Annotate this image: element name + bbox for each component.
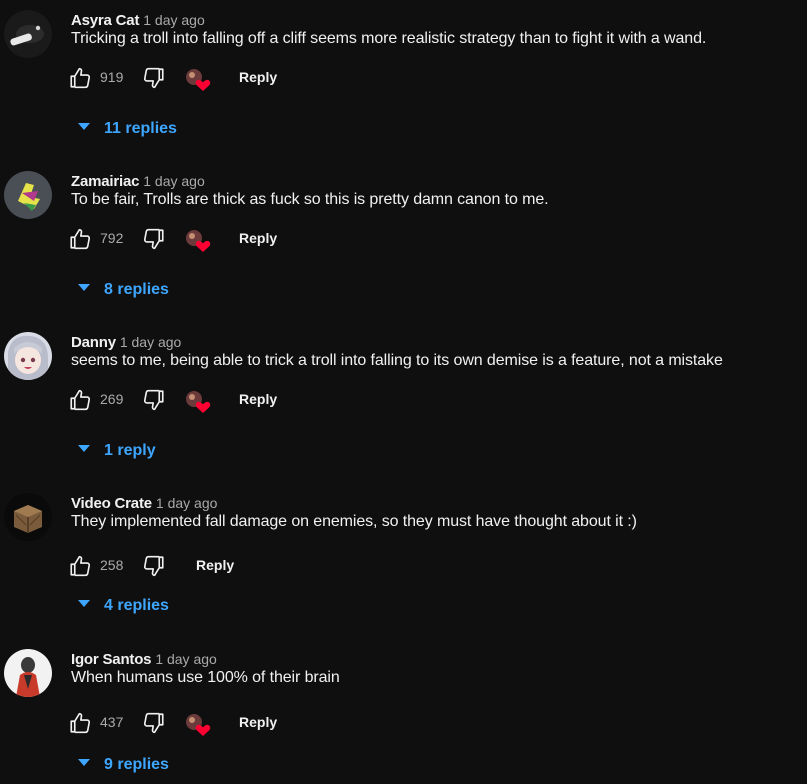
dislike-button[interactable]	[140, 225, 168, 253]
comment-actions: 258 Reply	[66, 552, 326, 588]
like-count: 269	[100, 391, 124, 407]
dislike-button[interactable]	[140, 552, 168, 580]
dislike-button[interactable]	[140, 709, 168, 737]
dislike-button[interactable]	[140, 386, 168, 414]
comment-time[interactable]: 1 day ago	[143, 12, 205, 28]
view-replies-button[interactable]: 11 replies	[78, 120, 177, 144]
thumbs-down-icon	[143, 712, 164, 734]
like-button[interactable]	[66, 225, 94, 253]
comment-time[interactable]: 1 day ago	[155, 651, 217, 667]
reply-button[interactable]: Reply	[239, 391, 277, 407]
caret-down-icon	[78, 759, 90, 767]
replies-label: 11 replies	[104, 120, 177, 137]
replies-label: 9 replies	[104, 756, 169, 773]
thumbs-down-icon	[143, 555, 164, 577]
like-button[interactable]	[66, 709, 94, 737]
thumbs-down-icon	[143, 67, 164, 89]
thumbs-up-icon	[70, 67, 91, 89]
comment-text: When humans use 100% of their brain	[71, 669, 340, 686]
comment-actions: 269 Reply	[66, 386, 326, 422]
avatar[interactable]	[4, 493, 52, 541]
like-count: 919	[100, 69, 124, 85]
avatar[interactable]	[4, 171, 52, 219]
thumbs-down-icon	[143, 228, 164, 250]
replies-label: 1 reply	[104, 442, 156, 459]
like-button[interactable]	[66, 64, 94, 92]
replies-label: 8 replies	[104, 281, 169, 298]
view-replies-button[interactable]: 8 replies	[78, 281, 169, 305]
replies-label: 4 replies	[104, 597, 169, 614]
creator-heart-icon[interactable]	[183, 66, 213, 94]
like-count: 792	[100, 230, 124, 246]
view-replies-button[interactable]: 9 replies	[78, 756, 169, 780]
comment-thread: Igor Santos 1 day ago When humans use 100…	[0, 649, 807, 784]
comment-actions: 437 Reply	[66, 709, 326, 745]
caret-down-icon	[78, 600, 90, 608]
creator-heart-icon[interactable]	[183, 711, 213, 739]
comment-time[interactable]: 1 day ago	[143, 173, 205, 189]
thumbs-up-icon	[70, 555, 91, 577]
dislike-button[interactable]	[140, 64, 168, 92]
like-count: 258	[100, 557, 124, 573]
comment-actions: 792 Reply	[66, 225, 326, 261]
thumbs-up-icon	[70, 712, 91, 734]
comment-thread: Danny 1 day ago seems to me, being able t…	[0, 332, 807, 472]
comment-time[interactable]: 1 day ago	[156, 495, 218, 511]
like-button[interactable]	[66, 552, 94, 580]
avatar[interactable]	[4, 649, 52, 697]
reply-button[interactable]: Reply	[196, 557, 234, 573]
reply-button[interactable]: Reply	[239, 230, 277, 246]
view-replies-button[interactable]: 4 replies	[78, 597, 169, 621]
reply-button[interactable]: Reply	[239, 714, 277, 730]
thumbs-down-icon	[143, 389, 164, 411]
comment-text: seems to me, being able to trick a troll…	[71, 352, 723, 369]
comment-text: To be fair, Trolls are thick as fuck so …	[71, 191, 549, 208]
comment-thread: Video Crate 1 day ago They implemented fa…	[0, 493, 807, 623]
comment-text: They implemented fall damage on enemies,…	[71, 513, 637, 530]
comment-time[interactable]: 1 day ago	[120, 334, 182, 350]
avatar[interactable]	[4, 332, 52, 380]
like-button[interactable]	[66, 386, 94, 414]
comment-actions: 919 Reply	[66, 64, 326, 100]
comment-thread: Zamairiac 1 day ago To be fair, Trolls ar…	[0, 171, 807, 311]
view-replies-button[interactable]: 1 reply	[78, 442, 156, 466]
thumbs-up-icon	[70, 389, 91, 411]
caret-down-icon	[78, 284, 90, 292]
caret-down-icon	[78, 445, 90, 453]
thumbs-up-icon	[70, 228, 91, 250]
creator-heart-icon[interactable]	[183, 388, 213, 416]
like-count: 437	[100, 714, 124, 730]
creator-heart-icon[interactable]	[183, 227, 213, 255]
comment-thread: Asyra Cat 1 day ago Tricking a troll into…	[0, 10, 807, 150]
avatar[interactable]	[4, 10, 52, 58]
reply-button[interactable]: Reply	[239, 69, 277, 85]
comment-text: Tricking a troll into falling off a clif…	[71, 30, 707, 47]
caret-down-icon	[78, 123, 90, 131]
